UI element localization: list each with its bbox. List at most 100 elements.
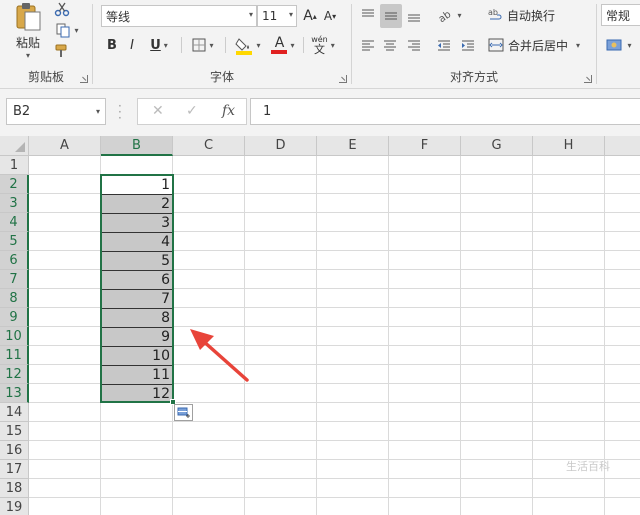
row-header[interactable]: 10 bbox=[0, 327, 29, 346]
row-header[interactable]: 14 bbox=[0, 403, 29, 422]
format-painter-button[interactable] bbox=[52, 42, 72, 60]
column-header-b[interactable]: B bbox=[101, 136, 173, 156]
chevron-down-icon[interactable]: ▾ bbox=[96, 107, 100, 116]
quick-analysis-icon bbox=[177, 407, 190, 418]
cut-icon bbox=[54, 2, 70, 17]
accounting-format-button[interactable]: ▾ bbox=[603, 34, 635, 56]
cancel-icon[interactable]: ✕ bbox=[152, 103, 164, 119]
shrink-font-glyph: A bbox=[323, 9, 333, 23]
font-color-glyph: A bbox=[274, 35, 285, 51]
font-launcher-icon[interactable] bbox=[339, 75, 347, 83]
bold-button[interactable]: B bbox=[103, 35, 121, 55]
increase-indent-button[interactable] bbox=[458, 36, 478, 56]
row-header[interactable]: 17 bbox=[0, 460, 29, 479]
row-header[interactable]: 3 bbox=[0, 194, 29, 213]
font-name-combo[interactable]: 等线 ▾ bbox=[101, 5, 257, 27]
orientation-icon: ab bbox=[438, 9, 453, 22]
border-button[interactable]: ▾ bbox=[187, 35, 219, 55]
resize-handle-icon[interactable]: · · · bbox=[118, 100, 122, 124]
align-middle-button[interactable] bbox=[380, 4, 402, 28]
column-header-f[interactable]: F bbox=[389, 136, 461, 156]
enter-icon[interactable]: ✓ bbox=[186, 103, 198, 119]
alignment-launcher-icon[interactable] bbox=[584, 75, 592, 83]
insert-function-button[interactable]: fx bbox=[222, 103, 235, 119]
align-left-icon bbox=[362, 40, 374, 51]
align-bottom-button[interactable] bbox=[404, 4, 424, 28]
copy-button[interactable]: ▾ bbox=[52, 21, 82, 39]
grow-font-icon: ▴ bbox=[312, 11, 317, 21]
increase-indent-icon bbox=[462, 40, 474, 51]
row-header[interactable]: 15 bbox=[0, 422, 29, 441]
formula-input[interactable]: 1 bbox=[250, 98, 640, 125]
paste-button[interactable]: 粘贴 ▾ bbox=[8, 2, 48, 60]
phonetic-button[interactable]: wén 文 ▾ bbox=[307, 32, 339, 58]
row-header[interactable]: 12 bbox=[0, 365, 29, 384]
gridline bbox=[29, 478, 640, 479]
align-top-button[interactable] bbox=[358, 4, 378, 26]
number-format-combo[interactable]: 常规 bbox=[601, 4, 640, 26]
column-header-d[interactable]: D bbox=[245, 136, 317, 156]
align-center-button[interactable] bbox=[380, 36, 400, 56]
font-color-icon: A bbox=[271, 35, 288, 54]
row-header[interactable]: 1 bbox=[0, 156, 29, 175]
row-header[interactable]: 2 bbox=[0, 175, 29, 194]
row-header[interactable]: 5 bbox=[0, 232, 29, 251]
italic-button[interactable]: I bbox=[123, 35, 141, 55]
name-box[interactable]: B2 ▾ bbox=[6, 98, 106, 125]
align-right-icon bbox=[408, 40, 420, 51]
column-header-a[interactable]: A bbox=[29, 136, 101, 156]
annotation-arrow-icon bbox=[190, 329, 249, 382]
row-header[interactable]: 16 bbox=[0, 441, 29, 460]
column-header-c[interactable]: C bbox=[173, 136, 245, 156]
row-header[interactable]: 4 bbox=[0, 213, 29, 232]
fill-color-button[interactable]: ▾ bbox=[231, 33, 265, 57]
column-header-i[interactable] bbox=[605, 136, 640, 156]
divider bbox=[303, 37, 304, 53]
font-color-button[interactable]: A ▾ bbox=[267, 33, 299, 57]
border-icon bbox=[192, 38, 206, 52]
font-size-combo[interactable]: 11 ▾ bbox=[257, 5, 297, 27]
cut-button[interactable] bbox=[52, 0, 72, 18]
clipboard-group-label: 剪贴板 bbox=[27, 70, 64, 84]
row-header[interactable]: 7 bbox=[0, 270, 29, 289]
column-header-e[interactable]: E bbox=[317, 136, 389, 156]
column-header-h[interactable]: H bbox=[533, 136, 605, 156]
row-header[interactable]: 6 bbox=[0, 251, 29, 270]
align-bottom-icon bbox=[408, 14, 420, 22]
row-header[interactable]: 18 bbox=[0, 479, 29, 498]
quick-analysis-button[interactable] bbox=[174, 404, 193, 421]
chevron-down-icon: ▾ bbox=[288, 10, 293, 19]
align-center-icon bbox=[384, 40, 396, 51]
worksheet[interactable]: A B C D E F G H 1 2 3 4 5 6 7 8 9 10 11 … bbox=[0, 136, 640, 515]
paste-dropdown-icon[interactable]: ▾ bbox=[26, 51, 30, 60]
merge-center-icon bbox=[488, 38, 504, 52]
grow-font-button[interactable]: A ▴ bbox=[301, 5, 319, 27]
alignment-group-label: 对齐方式 bbox=[449, 70, 498, 84]
underline-button[interactable]: U ▾ bbox=[145, 35, 173, 55]
row-header[interactable]: 8 bbox=[0, 289, 29, 308]
row-header[interactable]: 19 bbox=[0, 498, 29, 515]
formula-buttons: ✕ ✓ fx bbox=[137, 98, 247, 125]
decrease-indent-button[interactable] bbox=[434, 36, 454, 56]
svg-text:ab: ab bbox=[488, 8, 498, 17]
select-all-button[interactable] bbox=[0, 136, 29, 156]
column-header-g[interactable]: G bbox=[461, 136, 533, 156]
font-size-value: 11 bbox=[262, 9, 278, 23]
fill-color-icon bbox=[235, 38, 253, 55]
gridline bbox=[532, 156, 533, 515]
orientation-button[interactable]: ab ▾ bbox=[434, 4, 466, 26]
copy-icon bbox=[56, 23, 70, 38]
clipboard-launcher-icon[interactable] bbox=[80, 75, 88, 83]
align-right-button[interactable] bbox=[404, 36, 424, 56]
merge-center-button[interactable]: 合并后居中 ▾ bbox=[488, 34, 588, 56]
divider bbox=[181, 37, 182, 53]
align-left-button[interactable] bbox=[358, 36, 378, 56]
row-header[interactable]: 13 bbox=[0, 384, 29, 403]
align-top-icon bbox=[362, 9, 374, 17]
row-header[interactable]: 9 bbox=[0, 308, 29, 327]
wrap-text-button[interactable]: ab 自动换行 bbox=[488, 4, 560, 26]
formula-bar: B2 ▾ · · · ✕ ✓ fx 1 bbox=[0, 89, 640, 136]
name-box-value: B2 bbox=[13, 104, 31, 119]
row-header[interactable]: 11 bbox=[0, 346, 29, 365]
shrink-font-button[interactable]: A ▾ bbox=[321, 5, 339, 27]
